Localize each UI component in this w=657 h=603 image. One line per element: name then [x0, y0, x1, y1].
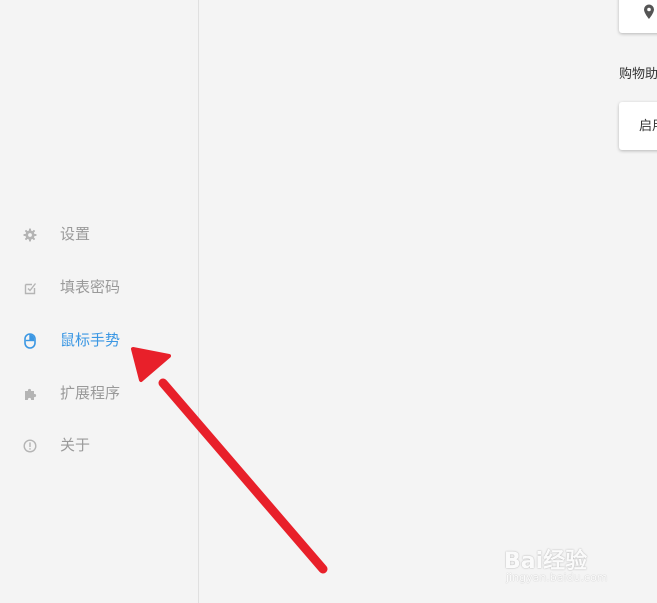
- settings-page: 设置 填表密码 鼠标手势 扩展程序 关于 购物助 启 Bai经验 jingyan…: [0, 0, 657, 603]
- sidebar: 设置 填表密码 鼠标手势 扩展程序 关于: [0, 0, 198, 603]
- sidebar-item-mouse-gesture[interactable]: 鼠标手势: [0, 320, 198, 360]
- enable-button[interactable]: 启用: [619, 102, 657, 150]
- shopping-assistant-label: 购物助: [619, 67, 657, 82]
- sidebar-item-label: 扩展程序: [60, 384, 121, 402]
- sidebar-item-about[interactable]: 关于: [0, 425, 198, 465]
- enable-button-label: 启用: [639, 119, 657, 134]
- gear-icon: [22, 227, 38, 243]
- sidebar-item-extensions[interactable]: 扩展程序: [0, 373, 198, 413]
- watermark-url: jingyan.baidu.com: [506, 571, 608, 584]
- sidebar-divider: [198, 0, 199, 603]
- baidu-jingyan-watermark: Bai经验 jingyan.baidu.com: [504, 533, 624, 593]
- info-icon: [22, 438, 38, 454]
- sidebar-item-settings[interactable]: 设置: [0, 214, 198, 254]
- mouse-icon: [22, 333, 38, 349]
- sidebar-item-label: 填表密码: [60, 278, 121, 296]
- puzzle-icon: [22, 386, 38, 402]
- sidebar-item-label: 设置: [60, 225, 91, 243]
- sidebar-item-label: 关于: [60, 436, 91, 454]
- sidebar-item-label: 鼠标手势: [60, 331, 121, 349]
- location-card[interactable]: [619, 0, 657, 33]
- location-pin-icon: [643, 4, 655, 24]
- form-check-icon: [22, 280, 38, 296]
- sidebar-item-form-password[interactable]: 填表密码: [0, 267, 198, 307]
